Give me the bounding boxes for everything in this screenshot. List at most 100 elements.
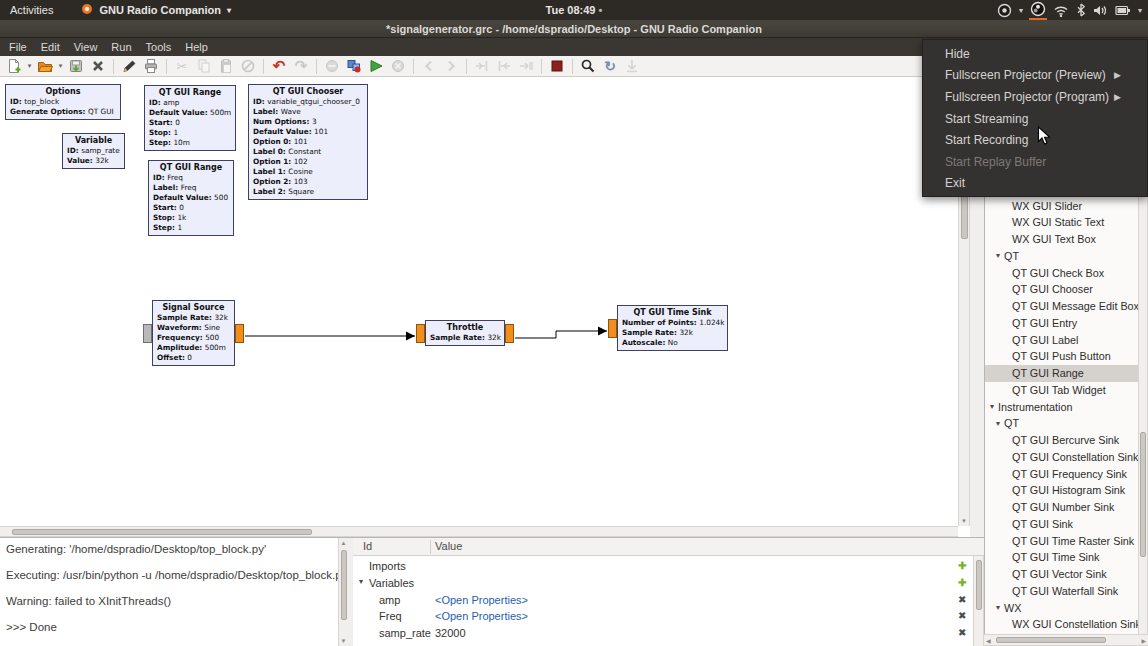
obs-icon[interactable] [1030, 0, 1046, 20]
block-tree-item[interactable]: QT GUI Push Button [985, 348, 1139, 365]
block-tree-item[interactable]: ▾WX [985, 599, 1139, 616]
block-tree-item[interactable]: QT GUI Sink [985, 515, 1139, 532]
new-file-dropdown-icon[interactable]: ▾ [25, 57, 34, 76]
flowgraph-canvas[interactable]: OptionsID: top_blockGenerate Options: QT… [0, 77, 958, 526]
obs-menu-item-fullscreen-projector-preview-[interactable]: Fullscreen Projector (Preview)▶ [923, 65, 1147, 87]
block-tree-item[interactable]: QT GUI Time Raster Sink [985, 532, 1139, 549]
clock[interactable]: Tue 08:49 • [0, 4, 1148, 16]
tree-expander-icon[interactable]: ▾ [996, 251, 1000, 260]
variable-block[interactable]: VariableID: samp_rateValue: 32k [62, 133, 125, 169]
new-file-button[interactable] [3, 57, 25, 76]
caret-down-icon[interactable]: ▾ [1019, 0, 1023, 20]
qtgui-range-amp-block[interactable]: QT GUI RangeID: ampDefault Value: 500mSt… [144, 85, 236, 151]
volume-icon[interactable] [1093, 0, 1108, 20]
tree-expander-icon[interactable]: ▾ [996, 419, 1000, 428]
block-tree-item[interactable]: QT GUI Number Sink [985, 499, 1139, 516]
block-tree-item[interactable]: QT GUI Tab Widget [985, 381, 1139, 398]
variables-row-freq[interactable]: Freq<Open Properties>✖ [353, 609, 984, 626]
block-tree-item[interactable]: ▾QT [985, 415, 1139, 432]
variables-row-variables[interactable]: ▾Variables✚ [353, 576, 984, 593]
block-tree-item[interactable]: ▾Instrumentation [985, 398, 1139, 415]
find-button[interactable] [577, 57, 599, 76]
output-port[interactable] [505, 324, 514, 343]
delete-icon[interactable]: ✖ [958, 627, 966, 638]
delete-icon[interactable]: ✖ [958, 610, 966, 621]
undo-button[interactable]: ↶ [268, 57, 290, 76]
caret-down-icon[interactable]: ▾ [1138, 0, 1142, 20]
sidebar-horizontal-scrollbar[interactable]: ◀ ▶ [984, 634, 1148, 646]
bluetooth-icon[interactable] [1076, 0, 1086, 20]
variable-value[interactable]: <Open Properties> [435, 610, 528, 622]
menu-file[interactable]: File [2, 38, 34, 56]
block-tree-item[interactable]: QT GUI Time Sink [985, 549, 1139, 566]
add-icon[interactable]: ✚ [958, 560, 966, 571]
menu-run[interactable]: Run [104, 38, 138, 56]
block-tree-item[interactable]: QT GUI Entry [985, 314, 1139, 331]
tree-expander-icon[interactable]: ▾ [359, 577, 363, 586]
run-button[interactable] [365, 57, 387, 76]
block-tree-item[interactable]: QT GUI Frequency Sink [985, 465, 1139, 482]
block-tree-item[interactable]: WX GUI Static Text [985, 214, 1139, 231]
variables-row-amp[interactable]: amp<Open Properties>✖ [353, 593, 984, 610]
options-block[interactable]: OptionsID: top_blockGenerate Options: QT… [5, 84, 121, 120]
block-tree-item[interactable]: WX GUI Text Box [985, 231, 1139, 248]
output-port[interactable] [235, 324, 244, 343]
tree-expander-icon[interactable]: ▾ [996, 603, 1000, 612]
open-file-dropdown-icon[interactable]: ▾ [56, 57, 65, 76]
variables-row-samp_rate[interactable]: samp_rate32000✖ [353, 626, 984, 643]
qtgui-range-freq-block[interactable]: QT GUI RangeID: FreqLabel: FreqDefault V… [148, 160, 234, 236]
reload-button[interactable]: ↻ [599, 57, 621, 76]
canvas-horizontal-scrollbar[interactable] [0, 526, 958, 537]
input-port[interactable] [416, 324, 425, 343]
block-tree-item[interactable]: QT GUI Message Edit Box [985, 298, 1139, 315]
block-tree-item[interactable]: QT GUI Vector Sink [985, 566, 1139, 583]
menu-help[interactable]: Help [178, 38, 215, 56]
input-port[interactable] [143, 324, 152, 343]
column-header-id[interactable]: Id [363, 540, 372, 552]
block-tree-item[interactable]: WX GUI Slider [985, 197, 1139, 214]
block-tree-item[interactable]: QT GUI Bercurve Sink [985, 432, 1139, 449]
block-tree-item[interactable]: QT GUI Constellation Sink [985, 448, 1139, 465]
save-button[interactable] [65, 57, 87, 76]
close-button[interactable] [87, 57, 109, 76]
obs-menu-item-fullscreen-projector-program-[interactable]: Fullscreen Projector (Program)▶ [923, 86, 1147, 108]
block-tree-item[interactable]: QT GUI Waterfall Sink [985, 582, 1139, 599]
obs-menu-item-hide[interactable]: Hide [923, 43, 1147, 65]
print-button[interactable] [140, 57, 162, 76]
open-file-button[interactable] [34, 57, 56, 76]
obs-menu-item-start-recording[interactable]: Start Recording [923, 129, 1147, 151]
edit-pen-button[interactable] [118, 57, 140, 76]
block-tree-item[interactable]: ▾QT [985, 247, 1139, 264]
menu-tools[interactable]: Tools [139, 38, 179, 56]
menu-view[interactable]: View [67, 38, 105, 56]
block-tree-item[interactable]: QT GUI Chooser [985, 281, 1139, 298]
variables-row-imports[interactable]: Imports✚ [353, 559, 984, 576]
block-tree-item[interactable]: QT GUI Check Box [985, 264, 1139, 281]
block-tree-item[interactable]: QT GUI Range [985, 365, 1139, 382]
blocks-button[interactable] [343, 57, 365, 76]
block-tree-item[interactable]: WX GUI Constellation Sink [985, 616, 1139, 633]
signal-source-block[interactable]: Signal SourceSample Rate: 32kWaveform: S… [152, 300, 235, 366]
tree-expander-icon[interactable]: ▾ [990, 402, 994, 411]
menu-edit[interactable]: Edit [34, 38, 67, 56]
variables-panel-header[interactable]: Id Value [353, 538, 984, 556]
column-header-value[interactable]: Value [435, 540, 462, 552]
wifi-icon[interactable] [1053, 0, 1069, 20]
battery-icon[interactable] [1115, 0, 1131, 20]
obs-menu-item-start-streaming[interactable]: Start Streaming [923, 108, 1147, 130]
variable-value[interactable]: <Open Properties> [435, 594, 528, 606]
throttle-block[interactable]: ThrottleSample Rate: 32k [425, 320, 505, 346]
qtgui-time-sink-block[interactable]: QT GUI Time SinkNumber of Points: 1.024k… [617, 305, 728, 351]
window-title-bar[interactable]: *signalgenerator.grc - /home/dspradio/De… [0, 20, 1148, 38]
record-indicator-icon[interactable] [997, 0, 1012, 20]
record-button[interactable] [546, 57, 568, 76]
block-tree-item[interactable]: QT GUI Label [985, 331, 1139, 348]
block-tree-item[interactable]: QT GUI Histogram Sink [985, 482, 1139, 499]
system-tray[interactable]: ▾▾ [997, 0, 1142, 20]
variables-vertical-scrollbar[interactable] [973, 556, 984, 646]
delete-icon[interactable]: ✖ [958, 594, 966, 605]
qtgui-chooser-block[interactable]: QT GUI ChooserID: variable_qtgui_chooser… [248, 84, 368, 200]
input-port[interactable] [608, 319, 617, 338]
add-icon[interactable]: ✚ [958, 577, 966, 588]
obs-menu-item-exit[interactable]: Exit [923, 173, 1147, 195]
